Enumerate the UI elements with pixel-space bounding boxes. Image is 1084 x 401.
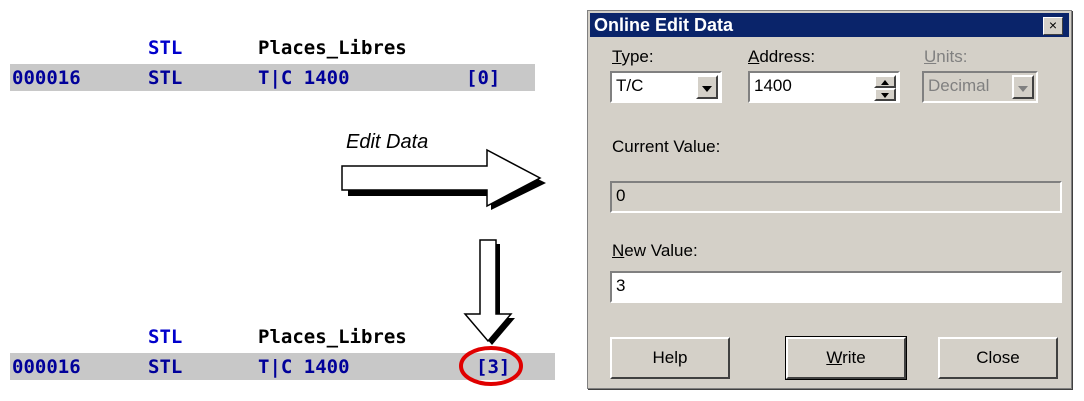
address-input-value: 1400 (754, 76, 792, 95)
address-spin-down[interactable] (874, 88, 896, 101)
units-dropdown-button (1012, 75, 1034, 99)
address-input[interactable]: 1400 (748, 71, 900, 103)
online-edit-data-dialog: Online Edit Data × Type: T/C Address: 14… (587, 10, 1072, 389)
current-value-label: Current Value: (612, 137, 721, 156)
spin-down-icon (881, 93, 889, 98)
type-select[interactable]: T/C (610, 71, 722, 103)
units-label: Units: (924, 47, 968, 66)
highlight-circle (459, 346, 523, 386)
new-value-input[interactable]: 3 (610, 271, 1062, 303)
type-select-value: T/C (616, 76, 644, 95)
new-value-label: New Value: (612, 241, 698, 260)
type-label: Type: (612, 47, 654, 66)
units-select: Decimal (922, 71, 1038, 103)
current-value-field: 0 (610, 181, 1062, 213)
chevron-down-icon (702, 86, 712, 92)
spin-up-icon (881, 80, 889, 85)
edit-data-label: Edit Data (346, 131, 429, 153)
units-select-value: Decimal (928, 76, 990, 95)
close-icon[interactable]: × (1043, 17, 1063, 35)
dialog-title: Online Edit Data (594, 15, 734, 35)
address-label: Address: (748, 47, 816, 66)
new-value-input-value: 3 (616, 276, 626, 295)
help-button[interactable]: Help (610, 337, 730, 379)
close-button[interactable]: Close (938, 337, 1058, 379)
write-button[interactable]: Write (785, 336, 907, 380)
type-dropdown-button[interactable] (696, 75, 718, 99)
chevron-down-icon (1018, 86, 1028, 92)
current-value-value: 0 (616, 186, 626, 205)
address-spin-up[interactable] (874, 75, 896, 88)
dialog-title-bar[interactable]: Online Edit Data × (590, 13, 1069, 37)
